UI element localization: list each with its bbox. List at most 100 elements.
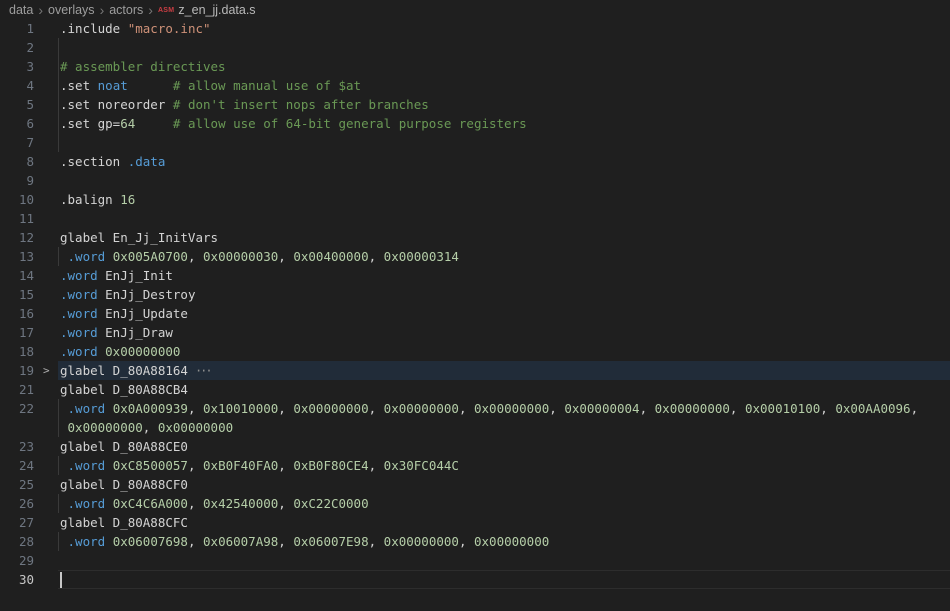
fold-chevron-icon[interactable]: >	[34, 361, 58, 380]
line-number[interactable]: 11	[0, 209, 34, 228]
code-line[interactable]: 21 glabel D_80A88CB4	[0, 380, 950, 399]
code-line[interactable]: 19>glabel D_80A88164···	[0, 361, 950, 380]
line-number[interactable]: 23	[0, 437, 34, 456]
line-number[interactable]: 1	[0, 19, 34, 38]
fold-gutter	[34, 57, 58, 76]
code-text[interactable]	[58, 209, 950, 228]
line-number[interactable]: 10	[0, 190, 34, 209]
code-text[interactable]: glabel D_80A88164···	[58, 361, 950, 380]
code-line[interactable]: 8 .section .data	[0, 152, 950, 171]
line-number[interactable]: 9	[0, 171, 34, 190]
line-number[interactable]: 7	[0, 133, 34, 152]
code-line[interactable]: 29	[0, 551, 950, 570]
code-line[interactable]: 2	[0, 38, 950, 57]
code-line[interactable]: 5 .set noreorder # don't insert nops afte…	[0, 95, 950, 114]
line-number[interactable]: 21	[0, 380, 34, 399]
code-line[interactable]: 13 .word 0x005A0700, 0x00000030, 0x00400…	[0, 247, 950, 266]
breadcrumb-item-overlays[interactable]: overlays	[48, 3, 95, 17]
code-line[interactable]: 4 .set noat # allow manual use of $at	[0, 76, 950, 95]
code-line[interactable]: 11	[0, 209, 950, 228]
code-line[interactable]: 12 glabel En_Jj_InitVars	[0, 228, 950, 247]
line-number[interactable]: 12	[0, 228, 34, 247]
code-text[interactable]: .word 0x0A000939, 0x10010000, 0x00000000…	[58, 399, 950, 418]
code-text[interactable]: .set gp=64 # allow use of 64-bit general…	[58, 114, 950, 133]
code-text[interactable]: glabel D_80A88CFC	[58, 513, 950, 532]
code-text[interactable]	[58, 38, 950, 57]
code-text[interactable]: glabel D_80A88CF0	[58, 475, 950, 494]
line-number[interactable]: 24	[0, 456, 34, 475]
code-text[interactable]: .set noreorder # don't insert nops after…	[58, 95, 950, 114]
line-number[interactable]: 29	[0, 551, 34, 570]
line-number[interactable]: 17	[0, 323, 34, 342]
code-text[interactable]: .word 0x00000000	[58, 342, 950, 361]
code-text[interactable]: .word 0xC8500057, 0xB0F40FA0, 0xB0F80CE4…	[58, 456, 950, 475]
breadcrumb-item-actors[interactable]: actors	[109, 3, 143, 17]
code-line[interactable]: 7	[0, 133, 950, 152]
code-line[interactable]: 17 .word EnJj_Draw	[0, 323, 950, 342]
line-number[interactable]: 22	[0, 399, 34, 418]
line-number[interactable]: 27	[0, 513, 34, 532]
line-number[interactable]	[0, 418, 34, 437]
code-text[interactable]: glabel D_80A88CB4	[58, 380, 950, 399]
line-number[interactable]: 8	[0, 152, 34, 171]
code-line[interactable]: 9	[0, 171, 950, 190]
code-text[interactable]: .word EnJj_Update	[58, 304, 950, 323]
code-line[interactable]: 14 .word EnJj_Init	[0, 266, 950, 285]
code-text[interactable]: # assembler directives	[58, 57, 950, 76]
line-number[interactable]: 15	[0, 285, 34, 304]
line-number[interactable]: 16	[0, 304, 34, 323]
breadcrumb-item-data[interactable]: data	[9, 3, 33, 17]
line-number[interactable]: 3	[0, 57, 34, 76]
code-line[interactable]: 30	[0, 570, 950, 589]
code-text[interactable]: .word EnJj_Destroy	[58, 285, 950, 304]
line-number[interactable]: 14	[0, 266, 34, 285]
code-editor[interactable]: 1 .include "macro.inc" 23 # assembler direc…	[0, 19, 950, 589]
code-text[interactable]	[58, 570, 950, 589]
line-number[interactable]: 2	[0, 38, 34, 57]
code-line[interactable]: 18 .word 0x00000000	[0, 342, 950, 361]
code-text[interactable]: .word 0x06007698, 0x06007A98, 0x06007E98…	[58, 532, 950, 551]
code-text[interactable]	[58, 551, 950, 570]
line-number[interactable]: 13	[0, 247, 34, 266]
code-line[interactable]: 22 .word 0x0A000939, 0x10010000, 0x00000…	[0, 399, 950, 418]
code-line[interactable]: 28 .word 0x06007698, 0x06007A98, 0x06007…	[0, 532, 950, 551]
code-text[interactable]: .word EnJj_Init	[58, 266, 950, 285]
line-number[interactable]: 28	[0, 532, 34, 551]
line-number[interactable]: 19	[0, 361, 34, 380]
code-text[interactable]: glabel En_Jj_InitVars	[58, 228, 950, 247]
code-line[interactable]: 3 # assembler directives	[0, 57, 950, 76]
line-number[interactable]: 30	[0, 570, 34, 589]
code-text[interactable]	[58, 171, 950, 190]
line-number[interactable]: 4	[0, 76, 34, 95]
code-text[interactable]: glabel D_80A88CE0	[58, 437, 950, 456]
code-line[interactable]: 24 .word 0xC8500057, 0xB0F40FA0, 0xB0F80…	[0, 456, 950, 475]
code-line[interactable]: 15 .word EnJj_Destroy	[0, 285, 950, 304]
code-line[interactable]: 27 glabel D_80A88CFC	[0, 513, 950, 532]
fold-gutter	[34, 399, 58, 418]
code-text[interactable]: 0x00000000, 0x00000000	[58, 418, 950, 437]
code-line[interactable]: 26 .word 0xC4C6A000, 0x42540000, 0xC22C0…	[0, 494, 950, 513]
code-line[interactable]: 16 .word EnJj_Update	[0, 304, 950, 323]
folded-code-ellipsis[interactable]: ···	[195, 364, 211, 378]
code-line[interactable]: 25 glabel D_80A88CF0	[0, 475, 950, 494]
code-text[interactable]: .set noat # allow manual use of $at	[58, 76, 950, 95]
line-number[interactable]: 5	[0, 95, 34, 114]
code-text[interactable]: .word EnJj_Draw	[58, 323, 950, 342]
code-text[interactable]: .include "macro.inc"	[58, 19, 950, 38]
line-number[interactable]: 25	[0, 475, 34, 494]
code-text[interactable]	[58, 133, 950, 152]
line-number[interactable]: 18	[0, 342, 34, 361]
line-number[interactable]: 26	[0, 494, 34, 513]
code-line[interactable]: 1 .include "macro.inc"	[0, 19, 950, 38]
code-line[interactable]: 6 .set gp=64 # allow use of 64-bit genera…	[0, 114, 950, 133]
code-text[interactable]: .word 0x005A0700, 0x00000030, 0x00400000…	[58, 247, 950, 266]
code-text[interactable]: .section .data	[58, 152, 950, 171]
code-line[interactable]: 23 glabel D_80A88CE0	[0, 437, 950, 456]
breadcrumb-item-file[interactable]: ASM z_en_jj.data.s	[158, 3, 256, 17]
code-token: .set gp=	[60, 116, 120, 131]
line-number[interactable]: 6	[0, 114, 34, 133]
code-text[interactable]: .balign 16	[58, 190, 950, 209]
code-line[interactable]: 0x00000000, 0x00000000	[0, 418, 950, 437]
code-text[interactable]: .word 0xC4C6A000, 0x42540000, 0xC22C0000	[58, 494, 950, 513]
code-line[interactable]: 10 .balign 16	[0, 190, 950, 209]
